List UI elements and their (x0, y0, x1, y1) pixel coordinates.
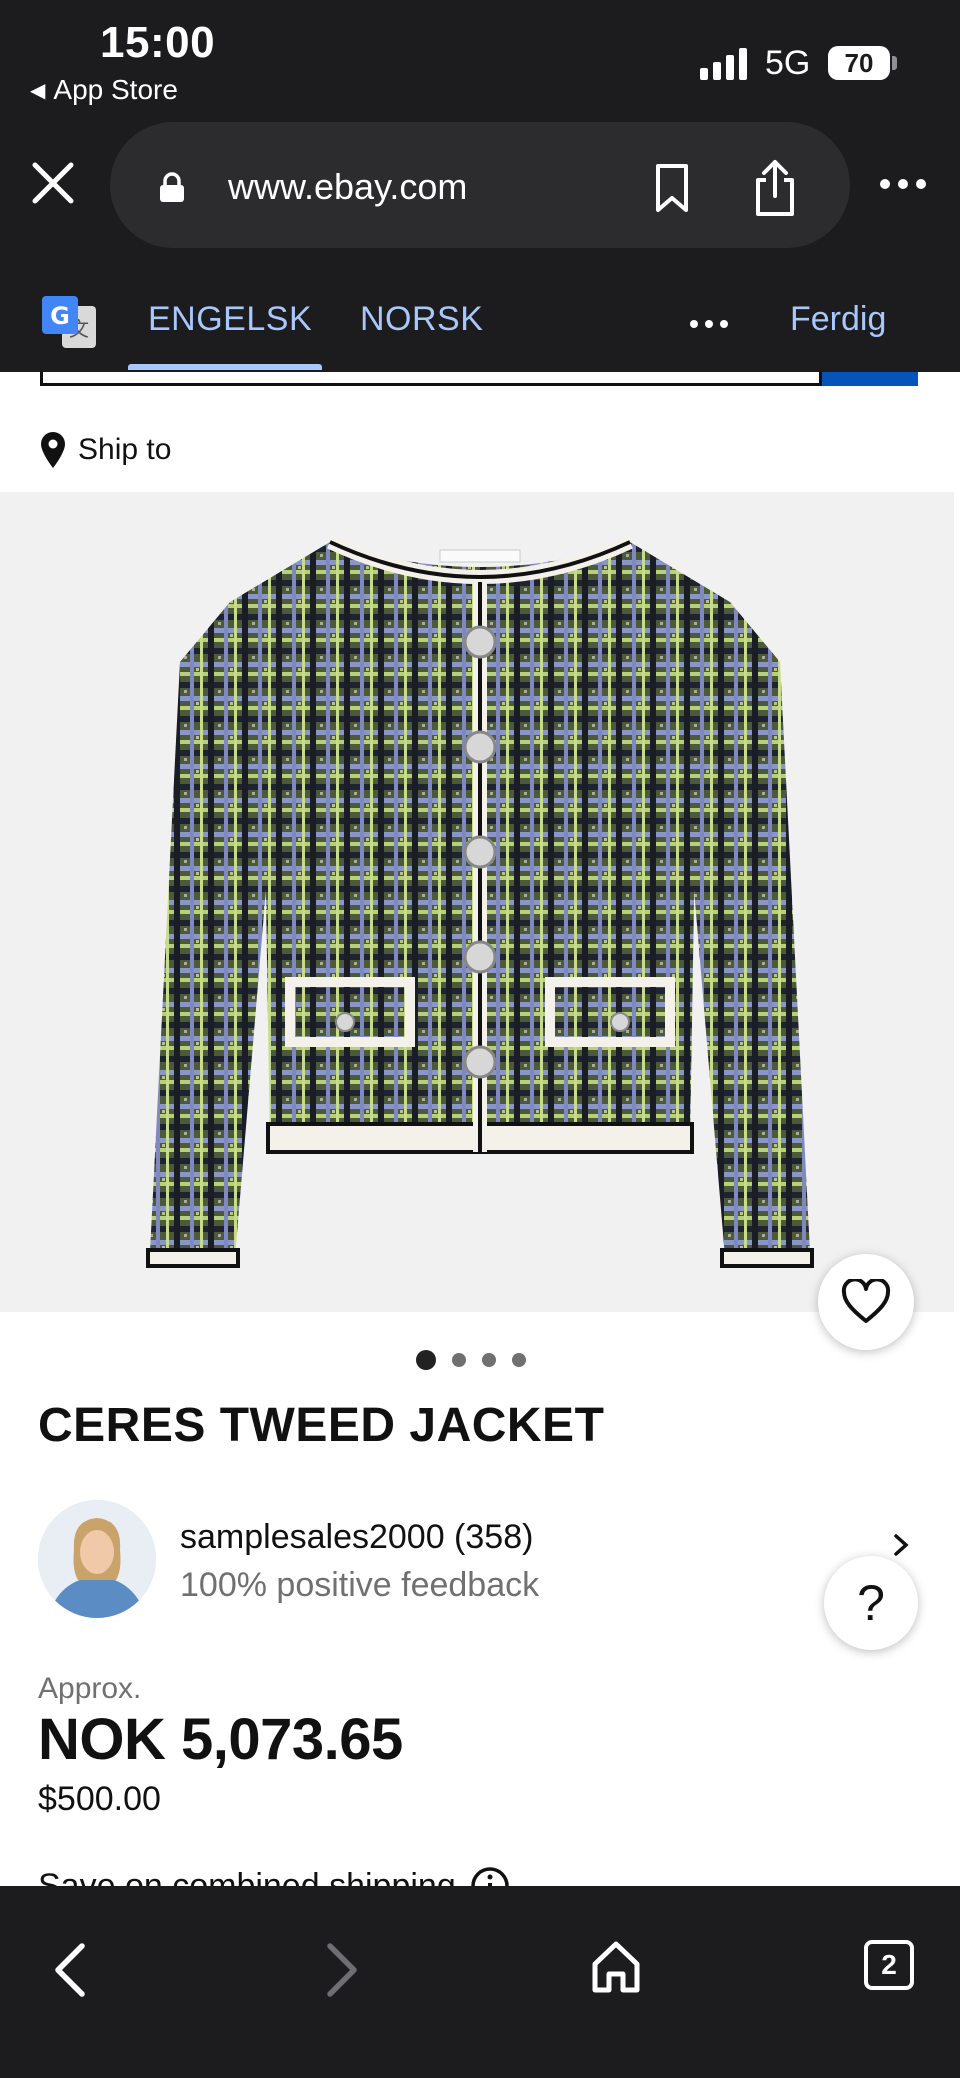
back-app-label: App Store (53, 74, 178, 105)
location-pin-icon (41, 432, 65, 468)
done-button[interactable]: Ferdig (790, 300, 886, 339)
open-tabs-count: 2 (881, 1949, 897, 1980)
svg-text:G: G (50, 302, 70, 330)
product-title: CERES TWEED JACKET (38, 1399, 605, 1452)
pagination-dot-2[interactable] (452, 1353, 466, 1367)
home-icon[interactable] (590, 1938, 642, 1994)
image-pagination[interactable] (416, 1350, 526, 1370)
battery-tip (892, 56, 897, 70)
back-triangle-icon: ◀ (30, 79, 46, 102)
browser-toolbar: www.ebay.com (0, 118, 960, 258)
back-icon[interactable] (48, 1940, 92, 2000)
bookmark-icon[interactable] (650, 162, 694, 214)
browser-bottom-bar: 2 (0, 1886, 960, 2078)
product-image (146, 535, 814, 1268)
tab-target-language[interactable]: NORSK (360, 300, 483, 339)
seller-name[interactable]: samplesales2000 (358) (180, 1518, 533, 1557)
pagination-dot-1[interactable] (416, 1350, 436, 1370)
battery-icon: 70 (828, 46, 890, 80)
pagination-dot-4[interactable] (512, 1353, 526, 1367)
url-text: www.ebay.com (228, 166, 468, 207)
back-to-app-link[interactable]: ◀ App Store (30, 74, 178, 106)
approx-label: Approx. (38, 1672, 142, 1705)
battery-level: 70 (844, 47, 874, 78)
product-image-gallery[interactable] (0, 492, 954, 1312)
signal-icon (700, 46, 747, 80)
tab-source-language[interactable]: ENGELSK (148, 300, 312, 339)
network-type: 5G (765, 44, 811, 82)
ship-to-label: Ship to (78, 433, 172, 466)
price-local: NOK 5,073.65 (38, 1707, 403, 1772)
price-usd: $500.00 (38, 1780, 161, 1818)
status-time: 15:00 (100, 18, 216, 67)
seller-feedback: 100% positive feedback (180, 1566, 540, 1604)
address-bar[interactable]: www.ebay.com (110, 122, 850, 248)
more-icon[interactable] (880, 174, 930, 194)
translate-bar: 文 G ENGELSK NORSK Ferdig (0, 258, 960, 372)
pagination-dot-3[interactable] (482, 1353, 496, 1367)
add-to-watchlist-button[interactable] (818, 1254, 914, 1350)
forward-icon[interactable] (320, 1940, 364, 2000)
search-button[interactable] (822, 372, 918, 386)
heart-icon (841, 1279, 891, 1323)
ship-to-link[interactable]: Ship to (38, 430, 171, 470)
seller-avatar (38, 1500, 156, 1618)
status-bar: 15:00 ◀ App Store 5G 70 (0, 0, 960, 118)
share-icon[interactable] (750, 158, 800, 218)
help-button[interactable]: ? (824, 1556, 918, 1650)
lock-icon (158, 172, 186, 202)
google-translate-icon[interactable]: 文 G (40, 294, 98, 350)
tabs-icon[interactable]: 2 (864, 1940, 914, 1990)
help-label: ? (857, 1575, 885, 1631)
chevron-right-icon[interactable] (886, 1530, 916, 1560)
seller-info[interactable]: samplesales2000 (358) 100% positive feed… (38, 1500, 918, 1620)
search-input[interactable] (40, 372, 822, 386)
translate-more-icon[interactable] (690, 320, 728, 328)
close-icon[interactable] (28, 158, 78, 208)
active-tab-indicator (128, 364, 322, 370)
screen: 15:00 ◀ App Store 5G 70 www.ebay.com 文 G… (0, 0, 960, 2078)
